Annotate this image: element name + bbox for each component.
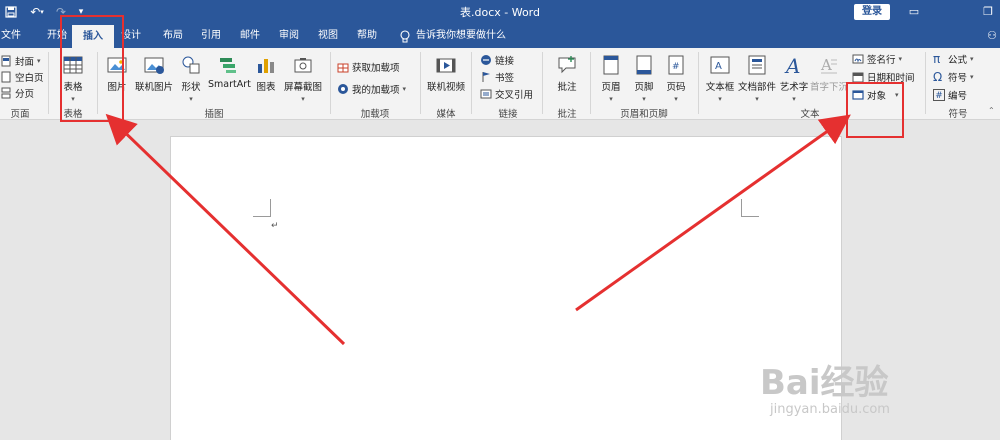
arrow-to-object-button bbox=[575, 114, 851, 312]
arrow-to-insert-tab bbox=[105, 113, 346, 346]
watermark-brand: Bai经验 bbox=[760, 363, 889, 403]
watermark-url: jingyan.baidu.com bbox=[770, 402, 890, 417]
